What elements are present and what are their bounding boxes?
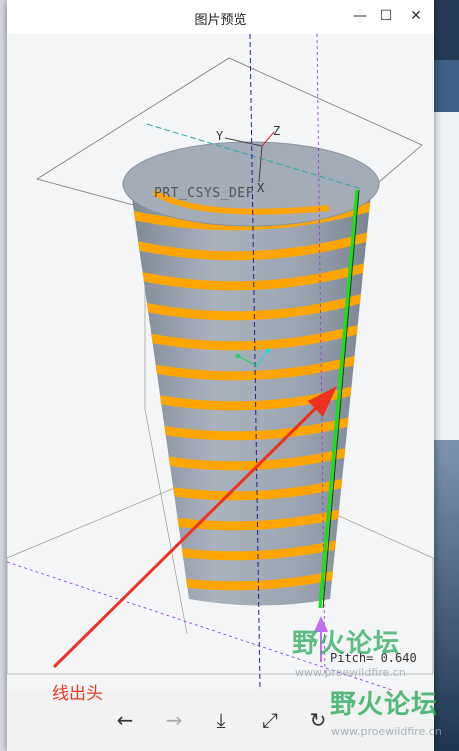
csys-marker-dot-cyan [265, 348, 271, 354]
watermark-url: www.proewildfire.cn [295, 666, 406, 679]
watermark-logo-text: 野火论坛 [292, 629, 401, 659]
axis-label-y: Y [216, 129, 224, 143]
watermark-logo-text: 野火论坛 [330, 690, 439, 720]
background-window-edge-right [432, 0, 459, 751]
axis-label-z: Z [273, 124, 281, 138]
fullscreen-icon[interactable]: ⤢ [254, 704, 286, 736]
title-bar[interactable]: 图片预览 — ☐ ✕ [7, 0, 434, 34]
forward-arrow-icon[interactable]: → [158, 704, 190, 736]
background-app-corner [432, 0, 459, 60]
download-icon[interactable]: ⤓ [205, 704, 237, 736]
watermark-url: www.proewildfire.cn [331, 725, 442, 738]
image-canvas[interactable]: PRT_CSYS_DEF Y Z X [7, 33, 434, 705]
csys-label: PRT_CSYS_DEF [154, 186, 254, 201]
close-button[interactable]: ✕ [405, 6, 427, 26]
minimize-button[interactable]: — [349, 6, 371, 26]
back-arrow-icon[interactable]: ← [109, 704, 141, 736]
csys-marker-dot-green [235, 353, 241, 359]
axis-label-x: X [257, 181, 265, 195]
maximize-button[interactable]: ☐ [375, 6, 397, 26]
callout-label: 线出头 [52, 684, 103, 704]
